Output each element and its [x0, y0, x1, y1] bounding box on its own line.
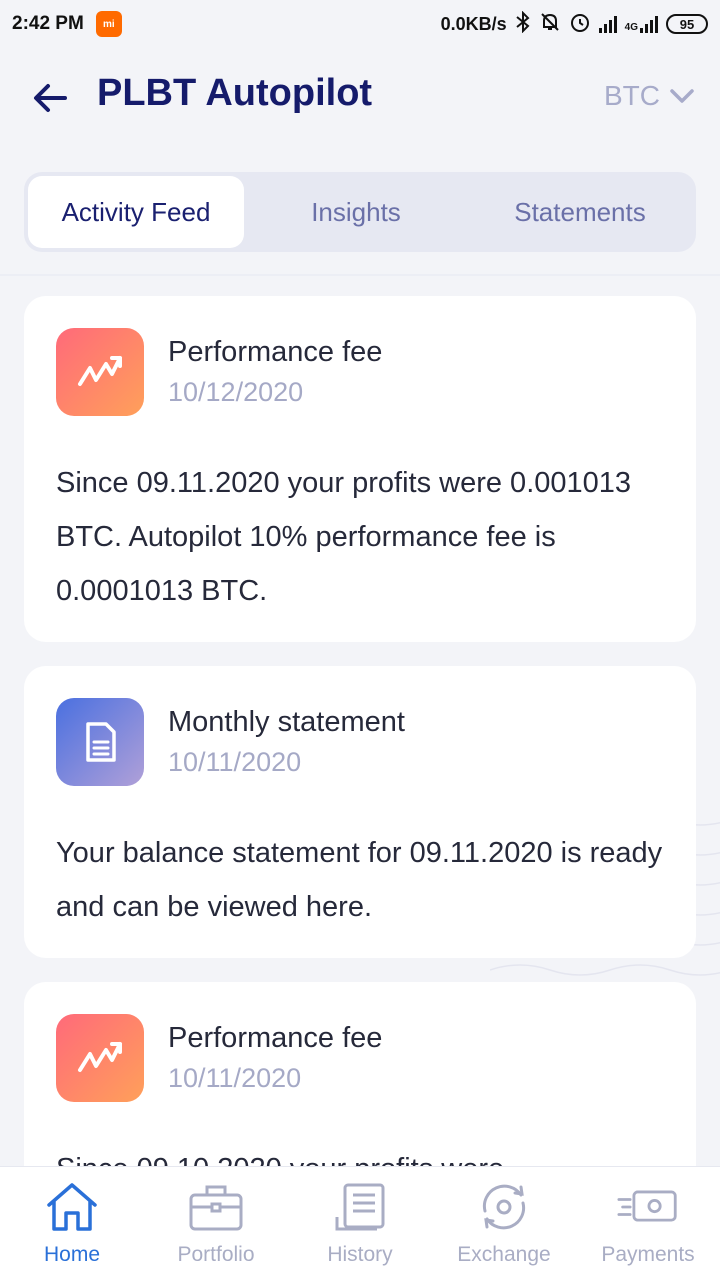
- chevron-down-icon: [670, 89, 694, 103]
- signal-4g-icon: 4G: [625, 15, 658, 33]
- card-body: Since 09.11.2020 your profits were 0.001…: [56, 467, 632, 607]
- nav-label: History: [327, 1243, 393, 1266]
- mi-app-icon: mi: [95, 11, 122, 37]
- bell-off-icon: [539, 11, 561, 38]
- nav-label: Home: [43, 1243, 101, 1266]
- nav-label: Exchange: [457, 1243, 551, 1266]
- net-speed: 0.0KB/s: [440, 13, 507, 34]
- page-title: PLBT Autopilot: [97, 72, 373, 114]
- nav-portfolio[interactable]: Portfolio: [144, 1167, 288, 1280]
- card-body: Your balance statement for 09.11.2020 is…: [56, 837, 663, 923]
- card-header: Performance fee 10/12/2020: [56, 328, 664, 416]
- home-icon: [41, 1179, 103, 1235]
- feed-card[interactable]: Performance fee 10/12/2020 Since 09.11.2…: [24, 296, 696, 642]
- currency-label: BTC: [604, 80, 660, 111]
- nav-label: Payments: [601, 1243, 695, 1266]
- back-button[interactable]: [30, 78, 70, 118]
- tab-insights[interactable]: Insights: [244, 176, 468, 248]
- header-divider: [0, 274, 720, 276]
- trend-up-icon: [56, 328, 144, 416]
- card-date: 10/12/2020: [168, 377, 304, 407]
- alarm-icon: [569, 11, 591, 38]
- signal-icon: [598, 15, 617, 33]
- card-date: 10/11/2020: [168, 1063, 302, 1093]
- card-body: Since 09.10.2020 your profits were: [56, 1142, 664, 1168]
- feed-card[interactable]: Performance fee 10/11/2020 Since 09.10.2…: [24, 982, 696, 1168]
- nav-payments[interactable]: Payments: [576, 1167, 720, 1280]
- tab-bar: Activity Feed Insights Statements: [24, 172, 696, 252]
- card-date: 10/11/2020: [168, 747, 302, 777]
- tab-activity-feed[interactable]: Activity Feed: [28, 176, 244, 248]
- nav-home[interactable]: Home: [0, 1167, 144, 1280]
- card-header: Performance fee 10/11/2020: [56, 1014, 664, 1102]
- exchange-icon: [473, 1179, 535, 1235]
- currency-selector[interactable]: BTC: [604, 80, 694, 112]
- feed-card[interactable]: Monthly statement 10/11/2020 Your balanc…: [24, 666, 696, 958]
- status-time: 2:42 PM: [12, 13, 84, 34]
- document-icon: [56, 698, 144, 786]
- nav-exchange[interactable]: Exchange: [432, 1167, 576, 1280]
- arrow-left-icon: [34, 84, 67, 112]
- history-icon: [329, 1179, 391, 1235]
- bluetooth-icon: [515, 10, 531, 38]
- bottom-navigation: Home Portfolio History Exchange Payments: [0, 1166, 720, 1280]
- card-header: Monthly statement 10/11/2020: [56, 698, 664, 786]
- battery-indicator: 95: [666, 14, 708, 34]
- card-title: Monthly statement: [168, 706, 405, 738]
- briefcase-icon: [185, 1179, 247, 1235]
- tab-statements[interactable]: Statements: [468, 176, 692, 248]
- nav-history[interactable]: History: [288, 1167, 432, 1280]
- app-header: PLBT Autopilot BTC: [0, 58, 720, 138]
- status-right: 0.0KB/s 4G 95: [440, 10, 708, 38]
- card-title: Performance fee: [168, 1022, 383, 1054]
- payments-icon: [617, 1179, 679, 1235]
- nav-label: Portfolio: [177, 1243, 255, 1266]
- card-title: Performance fee: [168, 336, 383, 368]
- activity-feed: Performance fee 10/12/2020 Since 09.11.2…: [24, 296, 696, 1168]
- trend-up-icon: [56, 1014, 144, 1102]
- status-bar: 2:42 PM mi 0.0KB/s 4G 95: [0, 0, 720, 48]
